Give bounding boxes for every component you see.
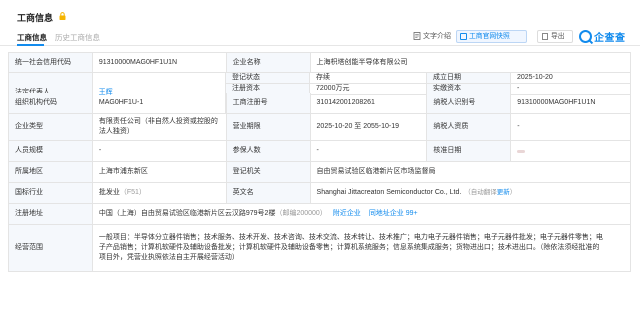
table-row: 经营范围 一般项目：半导体分立器件销售；技术服务、技术开发、技术咨询、技术交流、… (9, 225, 631, 272)
table-row: 人员规模 - 参保人数 - 核准日期 (9, 141, 632, 162)
snapshot-icon (460, 33, 467, 40)
label-company-type: 企业类型 (9, 114, 93, 140)
value-business-scope: 一般项目：半导体分立器件销售；技术服务、技术开发、技术咨询、技术交流、技术转让、… (93, 225, 631, 271)
value-company-type: 有限责任公司（非自然人投资或控股的法人独资） (93, 114, 227, 140)
lock-icon (59, 12, 66, 20)
label-english-name: 英文名 (226, 183, 311, 203)
text-intro-button[interactable]: 文字介绍 (413, 29, 451, 43)
table-row: 企业类型 有限责任公司（非自然人投资或控股的法人独资） 营业期限 2025-10… (9, 114, 632, 141)
value-reg-address: 中国（上海）自由贸易试验区临港新片区云汉路979号2楼 （邮编200000） 附… (93, 204, 631, 224)
industry-code: （F51） (119, 189, 146, 196)
value-insured-count: - (311, 141, 428, 161)
table-row: 国标行业 批发业 （F51） 英文名 Shanghai Jittacreaton… (9, 183, 631, 204)
export-icon (542, 33, 548, 40)
value-established: 2025-10-20 (511, 73, 631, 83)
industry-name: 批发业 (98, 189, 120, 196)
label-insured-count: 参保人数 (226, 141, 311, 161)
scope-line-1: 一般项目：半导体分立器件销售；技术服务、技术开发、技术咨询、技术交流、技术转让、… (98, 234, 603, 241)
official-snapshot-label: 工商官网快照 (469, 33, 510, 40)
value-company-name: 上海枳塔创能半导体有限公司 (311, 53, 631, 72)
value-approval-date (511, 141, 632, 161)
qcc-logo: 企查查 (579, 28, 626, 44)
value-credit-code: 91310000MAG0HF1U1N (93, 53, 227, 72)
value-taxpayer-id: 91310000MAG0HF1U1N (511, 93, 632, 113)
document-icon (413, 32, 421, 40)
value-reg-number: 310142001208261 (311, 93, 428, 113)
scope-line-2: 子产品销售；计算机软硬件及辅助设备批发；计算机软硬件及辅助设备零售；计算机系统服… (98, 244, 600, 251)
value-english-name: Shanghai Jittacreaton Semiconductor Co.,… (311, 183, 631, 203)
logo-text: 企查查 (594, 32, 626, 44)
value-staff-size: - (93, 141, 227, 161)
section-title: 工商信息 (17, 13, 54, 23)
value-taxpayer-qual: - (511, 114, 632, 140)
same-address-label: 同地址企业 (368, 210, 404, 217)
nearby-companies-link[interactable]: 附近企业 (333, 209, 361, 219)
business-info-table: 统一社会信用代码 91310000MAG0HF1U1N 企业名称 上海枳塔创能半… (8, 52, 632, 272)
table-row: 法定代表人 王辉 登记状态 存续 成立日期 2025-10-20 注册资本 72… (9, 73, 631, 114)
auto-translate-close: ） (509, 189, 517, 196)
label-org-code: 组织机构代码 (9, 93, 93, 113)
label-taxpayer-qual: 纳税人资质 (427, 114, 512, 140)
same-address-count: 99+ (405, 210, 418, 217)
label-staff-size: 人员规模 (9, 141, 93, 161)
label-company-name: 企业名称 (226, 53, 311, 72)
export-label: 导出 (551, 33, 565, 40)
tab-business-info[interactable]: 工商信息 (17, 32, 47, 43)
value-business-term: 2025-10-20 至 2055-10-19 (311, 114, 428, 140)
value-region: 上海市浦东新区 (93, 162, 227, 182)
label-business-scope: 经营范围 (9, 225, 93, 271)
label-reg-address: 注册地址 (9, 204, 93, 224)
section-header: 工商信息 (0, 0, 640, 28)
text-intro-label: 文字介绍 (423, 33, 451, 40)
tab-history-business-info[interactable]: 历史工商信息 (55, 32, 100, 43)
value-reg-authority: 自由贸易试验区临港新片区市场监督局 (311, 162, 631, 182)
address-text: 中国（上海）自由贸易试验区临港新片区云汉路979号2楼 (98, 210, 276, 217)
label-business-term: 营业期限 (226, 114, 311, 140)
label-region: 所属地区 (9, 162, 93, 182)
label-established: 成立日期 (427, 73, 511, 83)
value-reg-status: 存续 (310, 73, 427, 83)
redacted-date-icon (517, 149, 526, 153)
table-row: 所属地区 上海市浦东新区 登记机关 自由贸易试验区临港新片区市场监督局 (9, 162, 631, 183)
export-button[interactable]: 导出 (537, 30, 573, 43)
label-reg-authority: 登记机关 (226, 162, 311, 182)
table-row: 统一社会信用代码 91310000MAG0HF1U1N 企业名称 上海枳塔创能半… (9, 53, 631, 73)
table-row: 组织机构代码 MAG0HF1U-1 工商注册号 310142001208261 … (9, 93, 632, 114)
label-taxpayer-id: 纳税人识别号 (427, 93, 512, 113)
same-address-link[interactable]: 同地址企业 99+ (369, 209, 418, 219)
update-translation-link[interactable]: 更新 (497, 188, 510, 198)
label-approval-date: 核准日期 (427, 141, 512, 161)
official-snapshot-button[interactable]: 工商官网快照 (456, 30, 527, 43)
logo-magnifier-icon (579, 29, 592, 43)
table-row: 注册地址 中国（上海）自由贸易试验区临港新片区云汉路979号2楼 （邮编2000… (9, 204, 631, 225)
active-tab-indicator (17, 44, 44, 46)
auto-translate-note: （自动翻译 (464, 189, 497, 196)
label-credit-code: 统一社会信用代码 (9, 53, 93, 72)
address-zip: （邮编200000） (275, 210, 327, 217)
scope-line-3: 项目外，凭营业执照依法自主开展经营活动） (98, 254, 239, 261)
label-reg-status: 登记状态 (226, 73, 310, 83)
value-org-code: MAG0HF1U-1 (93, 93, 227, 113)
english-name-text: Shanghai Jittacreaton Semiconductor Co.,… (316, 189, 462, 196)
label-reg-number: 工商注册号 (226, 93, 311, 113)
label-industry: 国标行业 (9, 183, 93, 203)
value-industry: 批发业 （F51） (93, 183, 227, 203)
